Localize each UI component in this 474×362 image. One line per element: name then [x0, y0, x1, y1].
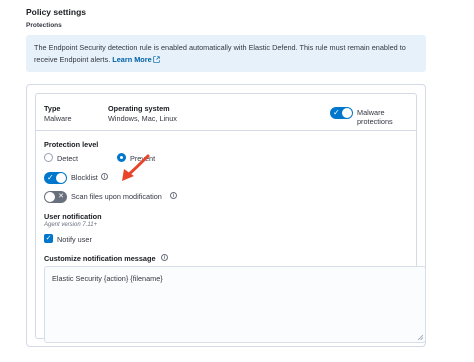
page-title: Policy settings — [26, 7, 86, 17]
notification-message-textarea[interactable]: Elastic Security {action} {filename} — [44, 266, 426, 343]
agent-version-note: Agent version 7.11+ — [44, 222, 98, 228]
user-notification-title: User notification — [44, 212, 102, 221]
type-label: Type — [44, 104, 61, 113]
resize-handle-icon[interactable] — [417, 334, 423, 340]
prevent-radio[interactable] — [117, 153, 126, 162]
external-link-icon — [152, 55, 160, 63]
os-label: Operating system — [108, 104, 170, 113]
blocklist-label: Blocklist — [71, 173, 98, 182]
detect-label: Detect — [57, 154, 79, 163]
prevent-label: Prevent — [130, 154, 156, 163]
customize-message-label: Customize notification message — [44, 254, 156, 263]
detect-radio[interactable] — [44, 153, 53, 162]
notification-message-text: Elastic Security {action} {filename} — [52, 274, 163, 283]
malware-protections-label: Malware protections — [357, 108, 393, 126]
check-icon: ✓ — [47, 173, 54, 182]
protection-level-title: Protection level — [44, 140, 99, 149]
check-icon: ✓ — [333, 108, 340, 117]
malware-protections-toggle[interactable]: ✓ — [330, 107, 353, 119]
info-callout: The Endpoint Security detection rule is … — [26, 35, 426, 72]
section-heading: Protections — [26, 22, 62, 29]
os-value: Windows, Mac, Linux — [108, 114, 177, 123]
blocklist-toggle[interactable]: ✓ — [44, 172, 67, 184]
scan-files-toggle[interactable]: ✕ — [44, 191, 67, 203]
notify-user-label: Notify user — [57, 235, 92, 244]
cross-icon: ✕ — [58, 193, 64, 200]
scan-files-info-icon[interactable]: i — [170, 192, 177, 199]
scan-files-label: Scan files upon modification — [71, 192, 162, 201]
learn-more-link[interactable]: Learn More — [112, 55, 160, 64]
divider — [36, 130, 416, 131]
malware-card: Type Malware Operating system Windows, M… — [35, 93, 426, 343]
policy-settings-page: Policy settings Protections The Endpoint… — [0, 0, 474, 362]
malware-protection-panel: Type Malware Operating system Windows, M… — [26, 84, 426, 347]
callout-text: The Endpoint Security detection rule is … — [34, 43, 406, 64]
type-value: Malware — [44, 114, 72, 123]
blocklist-info-icon[interactable]: i — [101, 173, 108, 180]
customize-message-info-icon[interactable]: i — [161, 254, 168, 261]
notify-user-checkbox[interactable]: ✓ — [44, 234, 53, 243]
